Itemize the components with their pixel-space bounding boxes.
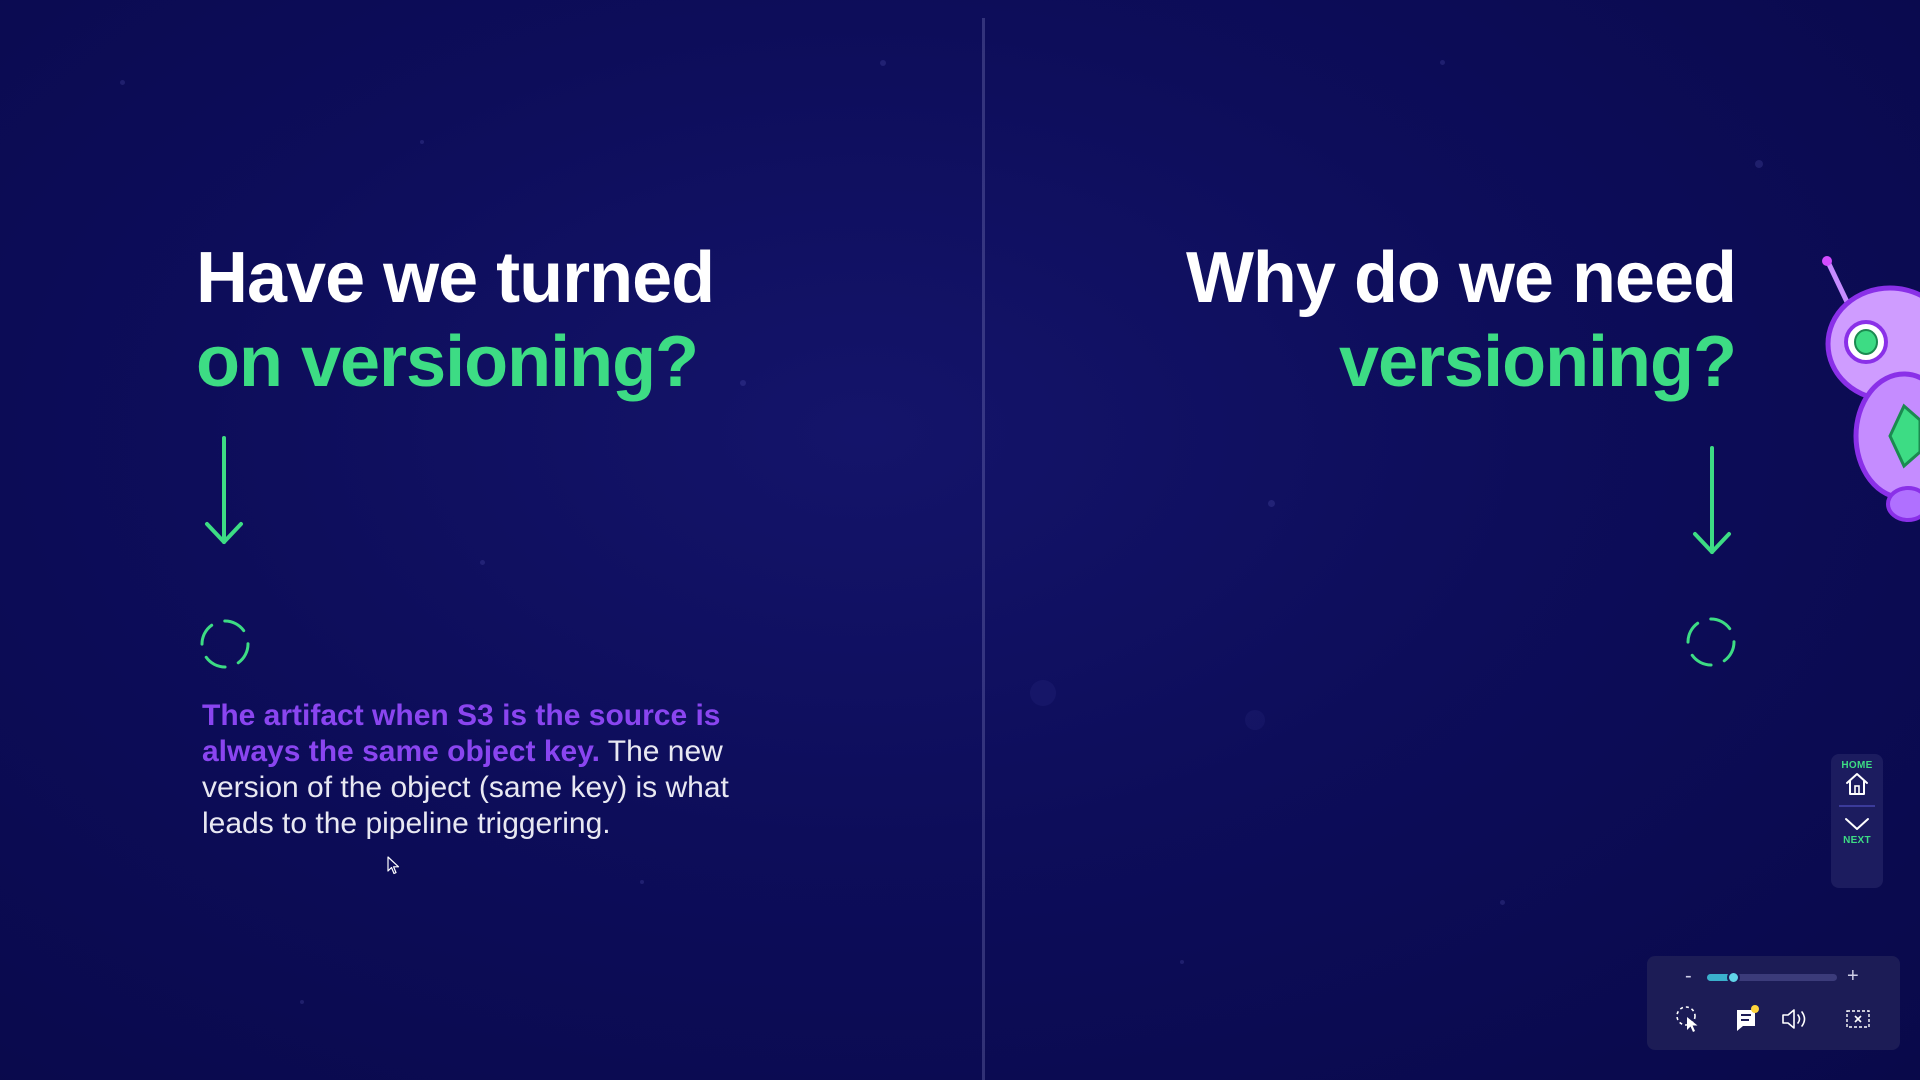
speaker-icon [1782, 1009, 1806, 1029]
close-window-icon [1846, 1010, 1870, 1028]
exit-fullscreen-button[interactable] [1843, 1004, 1873, 1034]
left-title-line2: on versioning? [196, 322, 699, 402]
loading-spinner-icon [1685, 616, 1737, 668]
zoom-in-button[interactable]: + [1847, 966, 1859, 986]
slide-divider [982, 18, 985, 1080]
starfield-background [0, 0, 1920, 1080]
nav-separator [1839, 805, 1875, 807]
player-control-panel: - + [1647, 956, 1900, 1050]
loading-spinner-icon [199, 618, 251, 670]
zoom-slider[interactable] [1707, 971, 1837, 984]
robot-mascot-icon [1818, 256, 1920, 536]
zoom-out-button[interactable]: - [1685, 966, 1692, 986]
left-slide-title: Have we turned on versioning? [196, 236, 715, 404]
home-label: HOME [1841, 760, 1873, 771]
right-title-line2: versioning? [1338, 322, 1737, 402]
home-button[interactable] [1844, 771, 1870, 797]
pointer-click-icon [1676, 1006, 1698, 1032]
home-icon [1846, 773, 1868, 795]
notes-icon [1737, 1005, 1759, 1031]
slide-navigation: HOME NEXT [1831, 754, 1883, 888]
next-button[interactable] [1843, 815, 1871, 833]
right-title-line1: Why do we need [1185, 238, 1737, 318]
notes-button[interactable] [1734, 1004, 1760, 1034]
right-slide-title: Why do we need versioning? [1185, 236, 1737, 404]
zoom-slider-handle[interactable] [1727, 971, 1740, 984]
arrow-down-icon [204, 436, 244, 553]
mouse-cursor-icon [387, 856, 401, 881]
pointer-mode-button[interactable] [1674, 1004, 1704, 1034]
arrow-down-icon [1692, 446, 1732, 563]
next-label: NEXT [1843, 835, 1871, 846]
left-title-line1: Have we turned [196, 238, 715, 318]
chevron-down-icon [1845, 818, 1869, 830]
left-slide-body: The artifact when S3 is the source is al… [202, 698, 762, 842]
volume-button[interactable] [1779, 1004, 1813, 1034]
